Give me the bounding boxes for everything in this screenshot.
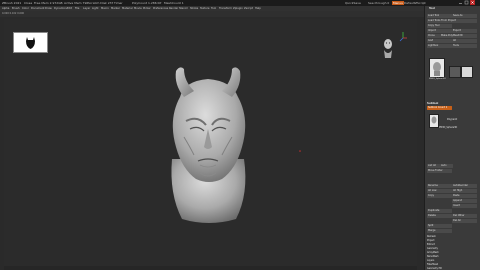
timer: Timer <box>114 1 123 5</box>
panel-item-remesh[interactable]: Remesh <box>427 235 436 238</box>
menu-edit[interactable]: Edit <box>67 7 72 10</box>
subtool-header: Subtool <box>427 102 439 105</box>
subtool-item-name: PM3D_Sphere3D <box>439 126 458 129</box>
auto-collapse-button[interactable]: Auto <box>440 164 453 168</box>
menu-material[interactable]: Material <box>122 7 133 10</box>
del-all-button[interactable]: Del All <box>452 219 477 223</box>
copy-button[interactable]: Copy <box>427 194 452 198</box>
move-folder-button[interactable]: Move Folder <box>427 169 452 173</box>
menu-zscript[interactable]: Zscript <box>244 7 253 10</box>
menu-stencil[interactable]: Stencil <box>179 7 188 10</box>
panel-item-extract[interactable]: Extract <box>427 243 435 246</box>
clone-button[interactable]: Clone <box>427 34 440 38</box>
title-close[interactable]: Close <box>24 1 32 5</box>
del-other-button[interactable]: Del Other <box>452 214 477 218</box>
menu-render[interactable]: Render <box>169 7 178 10</box>
menu-document[interactable]: Document <box>31 7 44 10</box>
canvas-viewport[interactable] <box>4 19 417 266</box>
delete-button[interactable]: Delete <box>427 214 452 218</box>
see-through-slider[interactable]: See-through 0 <box>368 1 389 5</box>
axis-gizmo-icon[interactable] <box>398 30 408 46</box>
lightbox-button[interactable]: Lightbox <box>427 44 452 48</box>
nav-cube-icon[interactable] <box>381 36 395 62</box>
current-tool-thumbnail[interactable] <box>429 58 445 78</box>
load-tools-from-project-button[interactable]: Load Tools From Project <box>427 19 477 23</box>
menu-color[interactable]: Color <box>22 7 29 10</box>
copy-tool-button[interactable]: Copy Tool <box>427 24 452 28</box>
default-zscript[interactable]: DefaultZScript <box>404 1 426 5</box>
goz-button[interactable]: GoZ <box>427 39 452 43</box>
insert-button[interactable]: Insert <box>452 204 477 208</box>
menu-stroke[interactable]: Stroke <box>190 7 198 10</box>
menu-file[interactable]: File <box>75 7 79 10</box>
subtool-thumbnail[interactable] <box>429 114 439 128</box>
coordinates-readout: 0.000 0.102 0.000 <box>2 12 25 15</box>
model-name: PM3D_Sphere3D <box>429 78 446 80</box>
lightbox-tools-button[interactable]: Tools <box>452 44 477 48</box>
menu-zplugin[interactable]: Zplugin <box>233 7 243 10</box>
tool-thumbnail-sphere[interactable] <box>449 66 461 78</box>
panel-item-geometry[interactable]: Geometry <box>427 247 438 250</box>
poly-count: PolyCount 1.286 KP <box>132 1 162 5</box>
menu-light[interactable]: Light <box>92 7 98 10</box>
menu-help[interactable]: Help <box>255 7 261 10</box>
panel-header: Tool <box>429 7 435 10</box>
paste-button[interactable]: Paste <box>452 194 477 198</box>
close-icon[interactable] <box>470 0 475 5</box>
menu-picker[interactable]: Picker <box>143 7 151 10</box>
menu-texture[interactable]: Texture <box>200 7 210 10</box>
make-polymesh-button[interactable]: Make PolyMesh3D <box>440 34 477 38</box>
goz-all-button[interactable]: All <box>452 39 477 43</box>
menu-preferences[interactable]: Preferences <box>153 7 168 10</box>
append-button[interactable]: Append <box>452 199 477 203</box>
menu-macro[interactable]: Macro <box>101 7 109 10</box>
panel-item-arraymesh[interactable]: ArrayMesh <box>427 251 439 254</box>
tool-panel: Tool Load Tool Save As Load Tools From P… <box>424 6 480 270</box>
subtool-count-tab[interactable]: Subtool Count 1 <box>427 106 452 110</box>
scratch-disk: Scratch Disk 237 <box>88 1 114 5</box>
menu-layer[interactable]: Layer <box>83 7 90 10</box>
model-render[interactable] <box>4 19 417 266</box>
all-low-button[interactable]: All Low <box>427 189 452 193</box>
autoreorder-button[interactable]: AutoReorder <box>452 184 477 188</box>
menu-brush[interactable]: Brush <box>12 7 20 10</box>
rename-button[interactable]: Rename <box>427 184 452 188</box>
maximize-icon[interactable] <box>464 0 469 5</box>
menu-tool[interactable]: Tool <box>211 7 216 10</box>
panel-item-layers[interactable]: Layers <box>427 259 434 262</box>
merge-button[interactable]: Merge <box>427 229 452 233</box>
free-mem: Free Mem 2.972GB <box>34 1 63 5</box>
split-button[interactable]: Split <box>427 224 452 228</box>
duplicate-button[interactable]: Duplicate <box>427 209 452 213</box>
app-title: ZBrush 2021 <box>2 1 22 5</box>
panel-item-project[interactable]: Project <box>427 239 434 242</box>
import-button[interactable]: Import <box>427 29 452 33</box>
menu-movie[interactable]: Movie <box>134 7 142 10</box>
panel-item-nanomesh[interactable]: NanoMesh <box>427 255 438 258</box>
all-high-button[interactable]: All High <box>452 189 477 193</box>
tool-thumbnail-polymesh[interactable] <box>461 66 473 78</box>
mesh-count: MeshCount 1 <box>164 1 184 5</box>
menus-button[interactable]: Menus <box>392 1 404 5</box>
export-button[interactable]: Export <box>452 29 477 33</box>
load-tool-button[interactable]: Load Tool <box>427 14 452 18</box>
active-mem: Active Mem 796 <box>64 1 89 5</box>
panel-item-fibermesh[interactable]: FiberMesh <box>427 263 438 266</box>
menu-draw[interactable]: Draw <box>45 7 52 10</box>
menu-transform[interactable]: Transform <box>219 7 232 10</box>
polypaint-label: Polypaint <box>447 118 458 121</box>
save-as-button[interactable]: Save As <box>452 14 477 18</box>
navigator-thumbnail[interactable] <box>13 32 48 53</box>
menu-dynamics[interactable]: Dynamics <box>54 7 67 10</box>
minimize-icon[interactable] <box>458 0 463 5</box>
list-all-button[interactable]: List All <box>427 164 440 168</box>
quicksave-button[interactable]: QuickSave <box>345 1 361 5</box>
menu-alpha[interactable]: Alpha <box>2 7 9 10</box>
info-bar: 0.000 0.102 0.000 <box>0 11 424 17</box>
menu-marker[interactable]: Marker <box>111 7 120 10</box>
status-strip <box>4 266 417 270</box>
